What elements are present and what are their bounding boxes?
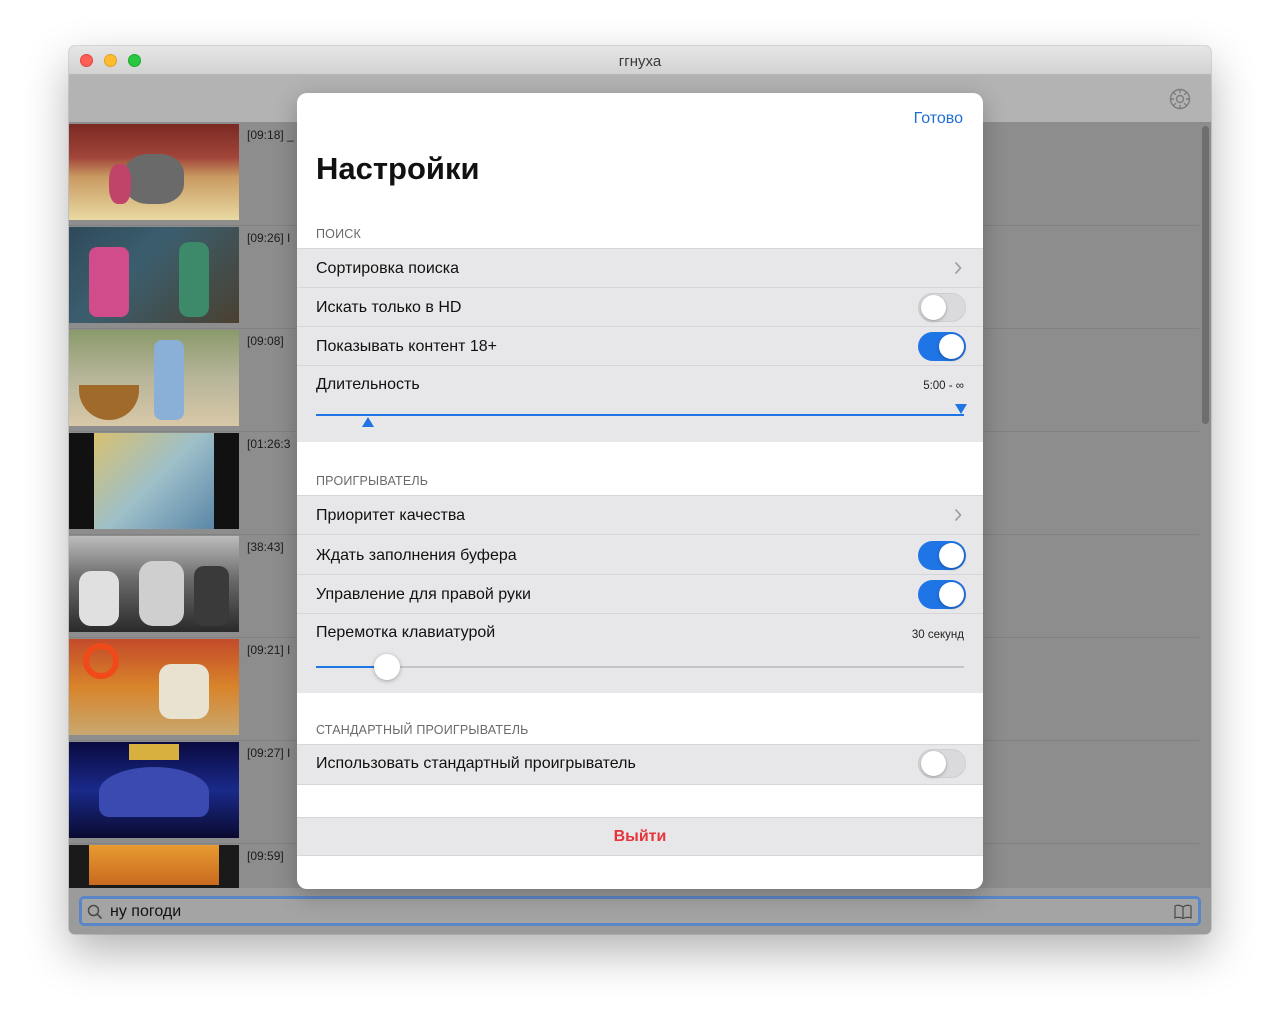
duration-value: 5:00 - ∞ xyxy=(923,380,964,392)
adult-content-label: Показывать контент 18+ xyxy=(316,338,497,355)
search-field[interactable] xyxy=(79,896,1201,926)
search-input[interactable] xyxy=(108,901,1172,923)
buffer-row: Ждать заполнения буфера xyxy=(297,536,983,575)
search-settings-group: Сортировка поиска Искать только в HD Пок… xyxy=(297,248,983,442)
use-standard-player-toggle[interactable] xyxy=(918,749,966,778)
logout-label: Выйти xyxy=(613,828,667,845)
video-thumbnail[interactable] xyxy=(69,845,239,888)
use-standard-player-label: Использовать стандартный проигрыватель xyxy=(316,755,636,772)
right-hand-toggle[interactable] xyxy=(918,580,966,609)
buffer-toggle[interactable] xyxy=(918,541,966,570)
toggle-knob xyxy=(939,334,964,359)
done-button[interactable]: Готово xyxy=(914,110,963,128)
quality-priority-label: Приоритет качества xyxy=(316,507,466,524)
video-duration: [09:26] I xyxy=(247,231,291,245)
keyboard-seek-row: Перемотка клавиатурой 30 секунд xyxy=(297,614,983,693)
adult-content-row: Показывать контент 18+ xyxy=(297,327,983,366)
video-thumbnail[interactable] xyxy=(69,639,239,735)
settings-sheet: Готово Настройки ПОИСК Сортировка поиска… xyxy=(297,93,983,889)
page-title: Настройки xyxy=(316,151,480,186)
toggle-knob xyxy=(921,295,946,320)
keyboard-seek-label: Перемотка клавиатурой xyxy=(316,624,496,641)
buffer-label: Ждать заполнения буфера xyxy=(316,547,517,564)
video-thumbnail[interactable] xyxy=(69,227,239,323)
hd-only-label: Искать только в HD xyxy=(316,299,462,316)
sort-search-label: Сортировка поиска xyxy=(316,260,460,277)
window-title: ггнуха xyxy=(618,53,662,70)
section-header-player: ПРОИГРЫВАТЕЛЬ xyxy=(316,474,429,488)
toggle-knob xyxy=(921,751,946,776)
video-duration: [38:43] xyxy=(247,540,284,554)
video-thumbnail[interactable] xyxy=(69,742,239,838)
quality-priority-row[interactable]: Приоритет качества xyxy=(297,496,983,535)
standard-player-group: Использовать стандартный проигрыватель xyxy=(297,744,983,785)
use-standard-player-row: Использовать стандартный проигрыватель xyxy=(297,745,983,784)
title-bar: ггнуха xyxy=(69,46,1211,75)
seek-slider-track[interactable] xyxy=(316,666,964,668)
video-duration: [09:08] xyxy=(247,334,284,348)
range-max-handle[interactable] xyxy=(955,404,967,414)
toggle-knob xyxy=(939,543,964,568)
player-settings-group: Приоритет качества Ждать заполнения буфе… xyxy=(297,495,983,693)
gear-icon[interactable] xyxy=(1168,87,1192,111)
duration-row: Длительность 5:00 - ∞ xyxy=(297,366,983,442)
right-hand-row: Управление для правой руки xyxy=(297,575,983,614)
video-duration: [09:18] _ xyxy=(247,128,294,142)
chevron-right-icon xyxy=(954,261,962,275)
duration-label: Длительность xyxy=(316,376,420,393)
book-icon[interactable] xyxy=(1174,904,1192,919)
chevron-right-icon xyxy=(954,508,962,522)
video-thumbnail[interactable] xyxy=(69,433,239,529)
duration-range-track[interactable] xyxy=(316,414,964,416)
video-duration: [09:59] xyxy=(247,849,284,863)
right-hand-label: Управление для правой руки xyxy=(316,586,531,603)
video-duration: [09:21] I xyxy=(247,643,291,657)
video-thumbnail[interactable] xyxy=(69,536,239,632)
section-header-search: ПОИСК xyxy=(316,227,362,241)
logout-button[interactable]: Выйти xyxy=(297,817,983,856)
video-duration: [01:26:3 xyxy=(247,437,291,451)
keyboard-seek-value: 30 секунд xyxy=(911,629,964,641)
video-duration: [09:27] I xyxy=(247,746,291,760)
video-thumbnail[interactable] xyxy=(69,330,239,426)
hd-only-row: Искать только в HD xyxy=(297,288,983,327)
video-thumbnail[interactable] xyxy=(69,124,239,220)
scrollbar[interactable] xyxy=(1202,126,1209,424)
bottom-bar xyxy=(69,888,1211,934)
adult-content-toggle[interactable] xyxy=(918,332,966,361)
search-icon xyxy=(87,904,103,920)
toggle-knob xyxy=(939,582,964,607)
hd-only-toggle[interactable] xyxy=(918,293,966,322)
sort-search-row[interactable]: Сортировка поиска xyxy=(297,249,983,288)
section-header-standard-player: СТАНДАРТНЫЙ ПРОИГРЫВАТЕЛЬ xyxy=(316,723,529,737)
range-min-handle[interactable] xyxy=(361,417,374,427)
seek-slider-knob[interactable] xyxy=(374,654,401,680)
